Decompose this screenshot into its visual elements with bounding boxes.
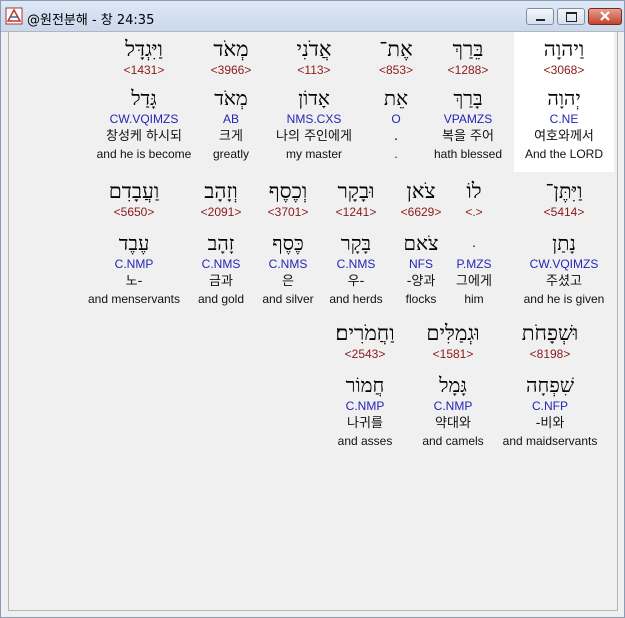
parse-code: C.NFP [532, 399, 568, 413]
strong-number: <1431> [123, 63, 165, 77]
korean-gloss: 우- [347, 274, 365, 289]
maximize-button[interactable] [557, 8, 585, 25]
hebrew-word: וַיהוָה [543, 37, 585, 61]
strong-number: <5414> [543, 205, 585, 219]
korean-gloss: 여호와께서 [534, 129, 594, 144]
word-cell[interactable]: וַיִּתֶּן־ <5414> נָתַן CW.VQIMZS 주셨고 an… [514, 178, 614, 308]
close-icon [600, 11, 610, 21]
english-gloss: greatly [212, 147, 250, 161]
lemma-word: עֶבֶד [118, 231, 150, 255]
hebrew-word: וַעֲבָדִם [108, 179, 160, 203]
app-logo-icon [5, 7, 23, 25]
analysis-pane: וַיהוָה <3068> יְהוָה C.NE 여호와께서 And the… [8, 31, 618, 611]
korean-gloss: 금과 [209, 274, 233, 289]
word-cell[interactable]: וּגְמַלִּים <1581> גָּמָל C.NMP 약대와 and … [403, 320, 503, 450]
window-title: @원전분해 - 창 24:35 [27, 13, 155, 28]
hebrew-word: מְאֹד [213, 37, 249, 61]
english-gloss: and menservants [87, 292, 181, 306]
lemma-word: מְאֹד [214, 86, 248, 110]
strong-number: <3068> [543, 63, 585, 77]
parse-code: CW.VQIMZS [529, 257, 599, 271]
english-gloss: and he is become [96, 147, 192, 161]
hebrew-word: וּשְׁפָחֹת [521, 321, 579, 345]
hebrew-word: וְזָהָב [204, 179, 238, 203]
hebrew-word: וּבָקָר [337, 179, 375, 203]
hebrew-word: וּגְמַלִּים [426, 321, 480, 345]
korean-gloss: 나귀를 [347, 416, 383, 431]
lemma-word: גָּמָל [439, 373, 467, 397]
lemma-word: נָתַן [552, 231, 576, 255]
parse-code: C.NMP [345, 399, 385, 413]
parse-code: C.NMS [336, 257, 376, 271]
strong-number: <3966> [210, 63, 252, 77]
korean-gloss: 창성케 하시되 [106, 129, 182, 144]
english-gloss: and asses [337, 434, 393, 448]
minimize-button[interactable] [526, 8, 554, 25]
lemma-word: בָּקָר [340, 231, 372, 255]
parse-code: AB [222, 112, 239, 126]
word-cell[interactable]: וַחֲמֹרִים׃ <2543> חֲמוֹר C.NMP 나귀를 and … [315, 320, 415, 450]
app-window: @원전분해 - 창 24:35 וַיהוָה <3068> יְהוָה C.… [0, 0, 625, 618]
strong-number: <1581> [432, 347, 474, 361]
korean-gloss: 크게 [219, 129, 243, 144]
maximize-icon [566, 12, 577, 22]
hebrew-word: וַחֲמֹרִים׃ [335, 321, 395, 345]
strong-number: <8198> [529, 347, 571, 361]
korean-gloss: 약대와 [435, 416, 471, 431]
parse-code: C.NE [549, 112, 579, 126]
lemma-word: יְהוָה [547, 86, 581, 110]
lemma-word: שִׁפְחָה [526, 373, 574, 397]
parse-code: C.NMS [201, 257, 241, 271]
lemma-word: זָהָב [207, 231, 235, 255]
english-gloss: And the LORD [524, 147, 604, 161]
parse-code: C.NMP [114, 257, 154, 271]
lemma-word: חֲמוֹר [345, 373, 385, 397]
word-cell[interactable]: וַיִּגְדָּל <1431> גָּדַל CW.VQIMZS 창성케 … [93, 32, 195, 163]
lemma-word: גָּדַל [131, 86, 157, 110]
strong-number: <2091> [200, 205, 242, 219]
word-cell[interactable]: וְזָהָב <2091> זָהָב C.NMS 금과 and gold [181, 178, 261, 308]
word-cell[interactable]: וַעֲבָדִם <5650> עֶבֶד C.NMP 노- and mens… [82, 178, 186, 308]
parse-code: CW.VQIMZS [109, 112, 179, 126]
word-cell[interactable]: מְאֹד <3966> מְאֹד AB 크게 greatly [181, 32, 281, 163]
korean-gloss: 노- [125, 274, 143, 289]
english-gloss: and camels [422, 434, 484, 448]
strong-number: <2543> [344, 347, 386, 361]
minimize-icon [536, 19, 545, 21]
english-gloss: and he is given [523, 292, 605, 306]
english-gloss: and gold [197, 292, 245, 306]
title-bar[interactable]: @원전분해 - 창 24:35 [1, 1, 624, 32]
english-gloss: and maidservants [502, 434, 598, 448]
hebrew-word: וַיִּתֶּן־ [545, 179, 583, 203]
strong-number: <5650> [113, 205, 155, 219]
korean-gloss: 주셨고 [546, 274, 582, 289]
hebrew-word: וַיִּגְדָּל [125, 37, 163, 61]
korean-gloss: -비와 [535, 416, 565, 431]
parse-code: C.NMP [433, 399, 473, 413]
word-cell[interactable]: וּבָקָר <1241> בָּקָר C.NMS 우- and herds [316, 178, 396, 308]
word-cell[interactable]: וַיהוָה <3068> יְהוָה C.NE 여호와께서 And the… [514, 32, 614, 172]
close-button[interactable] [588, 8, 622, 25]
english-gloss: and herds [329, 292, 383, 306]
strong-number: <1241> [335, 205, 377, 219]
word-cell[interactable]: וּשְׁפָחֹת <8198> שִׁפְחָה C.NFP -비와 and… [495, 320, 605, 450]
